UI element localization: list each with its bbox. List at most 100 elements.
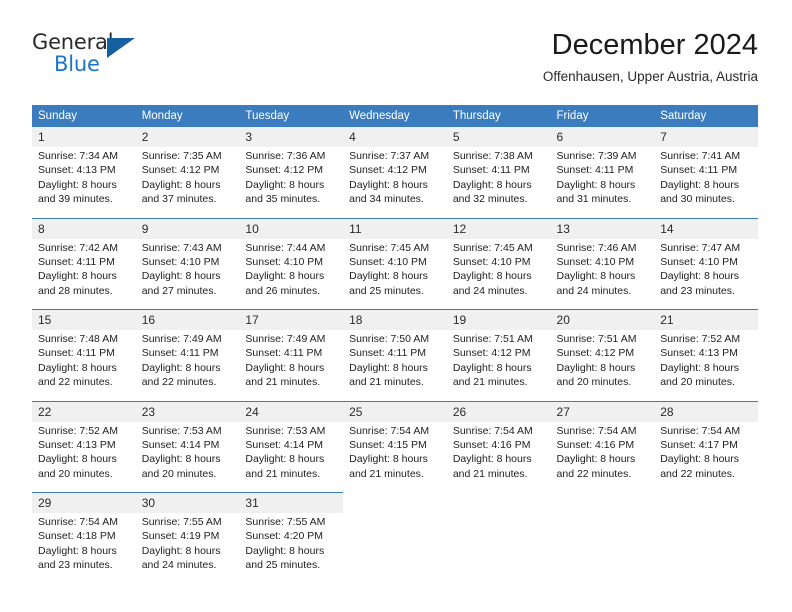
day-sunrise-line: Sunrise: 7:49 AM: [245, 333, 326, 345]
day-detail-cell: Sunrise: 7:43 AM Sunset: 4:10 PM Daylight:…: [135, 238, 240, 310]
week-daynumber-row: 29 30 31: [32, 492, 758, 513]
day-number-cell[interactable]: 26: [446, 400, 551, 422]
day-number-cell[interactable]: 12: [446, 217, 551, 239]
day-daylight-line: and 21 minutes.: [349, 467, 424, 480]
day-daylight-line: Daylight: 8 hours: [141, 178, 221, 191]
day-sunset-line: Sunset: 4:18 PM: [38, 530, 116, 543]
page-header: General Blue December 2024 Offenhausen, …: [32, 28, 758, 98]
day-number-cell[interactable]: 8: [32, 217, 136, 239]
day-number-cell[interactable]: 30: [135, 492, 240, 513]
day-number-cell[interactable]: 11: [343, 217, 447, 239]
day-sunrise-line: Sunrise: 7:54 AM: [349, 424, 430, 437]
day-daylight-line: Daylight: 8 hours: [349, 361, 428, 374]
day-number-cell[interactable]: 3: [239, 127, 344, 147]
day-detail-cell: Sunrise: 7:45 AM Sunset: 4:10 PM Daylight:…: [343, 238, 447, 310]
day-daylight-line: Daylight: 8 hours: [452, 361, 532, 374]
day-detail-cell: Sunrise: 7:42 AM Sunset: 4:11 PM Daylight:…: [32, 238, 136, 310]
day-sunset-line: Sunset: 4:15 PM: [349, 438, 427, 451]
day-sunrise-line: Sunrise: 7:36 AM: [245, 150, 326, 162]
day-number-cell[interactable]: 9: [135, 217, 240, 239]
day-daylight-line: and 30 minutes.: [660, 193, 735, 206]
day-daylight-line: and 25 minutes.: [349, 284, 424, 297]
day-sunset-line: Sunset: 4:13 PM: [38, 164, 116, 177]
day-number-cell[interactable]: 22: [32, 400, 136, 422]
day-number-cell[interactable]: 27: [550, 400, 655, 422]
day-sunrise-line: Sunrise: 7:54 AM: [38, 516, 118, 528]
day-sunset-line: Sunset: 4:10 PM: [556, 255, 635, 268]
day-daylight-line: Daylight: 8 hours: [38, 178, 117, 191]
day-daylight-line: Daylight: 8 hours: [245, 544, 325, 557]
day-daylight-line: and 27 minutes.: [141, 284, 217, 297]
day-daylight-line: and 25 minutes.: [245, 559, 321, 572]
day-detail-cell: Sunrise: 7:55 AM Sunset: 4:20 PM Daylight:…: [239, 513, 344, 584]
day-daylight-line: Daylight: 8 hours: [245, 178, 325, 191]
day-detail-cell: Sunrise: 7:53 AM Sunset: 4:14 PM Daylight:…: [135, 421, 240, 493]
day-number-cell[interactable]: 24: [239, 400, 344, 422]
day-daylight-line: and 28 minutes.: [38, 284, 113, 297]
day-daylight-line: Daylight: 8 hours: [38, 270, 117, 283]
day-number-cell[interactable]: 4: [343, 127, 447, 147]
day-number-cell[interactable]: 15: [32, 309, 136, 330]
day-number-cell[interactable]: 29: [32, 492, 136, 513]
day-number-cell[interactable]: 2: [135, 127, 240, 147]
day-detail-cell: Sunrise: 7:55 AM Sunset: 4:19 PM Daylight:…: [135, 513, 240, 584]
day-sunrise-line: Sunrise: 7:34 AM: [38, 150, 118, 162]
day-number-cell[interactable]: 31: [239, 492, 344, 513]
day-number-cell[interactable]: 28: [654, 400, 758, 422]
day-number-cell[interactable]: 6: [550, 127, 655, 147]
day-daylight-line: and 20 minutes.: [660, 376, 735, 389]
day-number-cell[interactable]: 17: [239, 309, 344, 330]
weekday-header-wednesday: Wednesday: [343, 105, 447, 127]
day-daylight-line: and 23 minutes.: [38, 559, 113, 572]
day-number-cell[interactable]: 7: [654, 127, 758, 147]
day-number-cell[interactable]: 19: [446, 309, 551, 330]
day-detail-cell: Sunrise: 7:36 AM Sunset: 4:12 PM Daylight:…: [239, 147, 344, 218]
day-sunset-line: Sunset: 4:10 PM: [452, 255, 531, 268]
day-daylight-line: Daylight: 8 hours: [38, 544, 117, 557]
day-daylight-line: Daylight: 8 hours: [349, 270, 428, 283]
day-detail-cell: Sunrise: 7:46 AM Sunset: 4:10 PM Daylight:…: [550, 238, 655, 310]
week-detail-row: Sunrise: 7:42 AM Sunset: 4:11 PM Daylight:…: [32, 238, 758, 310]
day-detail-cell: Sunrise: 7:51 AM Sunset: 4:12 PM Daylight:…: [550, 330, 655, 401]
day-daylight-line: and 22 minutes.: [141, 376, 217, 389]
day-sunrise-line: Sunrise: 7:52 AM: [38, 424, 118, 437]
day-daylight-line: and 22 minutes.: [556, 467, 632, 480]
day-sunrise-line: Sunrise: 7:38 AM: [452, 150, 533, 162]
day-sunrise-line: Sunrise: 7:45 AM: [349, 241, 430, 254]
logo-text-blue: Blue: [54, 52, 100, 76]
day-number-cell[interactable]: 18: [343, 309, 447, 330]
day-number-cell[interactable]: 16: [135, 309, 240, 330]
day-number-cell[interactable]: 23: [135, 400, 240, 422]
day-daylight-line: Daylight: 8 hours: [660, 453, 740, 466]
day-daylight-line: Daylight: 8 hours: [245, 361, 325, 374]
day-daylight-line: Daylight: 8 hours: [556, 178, 636, 191]
calendar-body: 1 2 3 4 5 6 7 Sunrise: 7:34 AM Sunset: 4:13 PM Da…: [32, 127, 758, 584]
calendar-table: Sunday Monday Tuesday Wednesday Thursday…: [32, 105, 758, 584]
logo-triangle-icon: [107, 38, 135, 58]
week-detail-row: Sunrise: 7:54 AM Sunset: 4:18 PM Daylight:…: [32, 513, 758, 584]
day-number-cell[interactable]: 20: [550, 309, 655, 330]
day-number-cell[interactable]: 1: [32, 127, 136, 147]
day-number-cell[interactable]: 10: [239, 217, 344, 239]
day-number-cell[interactable]: 13: [550, 217, 655, 239]
day-number-cell[interactable]: 5: [446, 127, 551, 147]
day-number-cell[interactable]: 25: [343, 400, 447, 422]
day-number-empty: [446, 492, 551, 513]
day-detail-cell: Sunrise: 7:37 AM Sunset: 4:12 PM Daylight:…: [343, 147, 447, 218]
day-daylight-line: Daylight: 8 hours: [245, 270, 325, 283]
weekday-header-friday: Friday: [550, 105, 655, 127]
day-sunrise-line: Sunrise: 7:54 AM: [556, 424, 637, 437]
day-daylight-line: and 21 minutes.: [245, 467, 321, 480]
day-daylight-line: and 21 minutes.: [245, 376, 321, 389]
day-sunrise-line: Sunrise: 7:48 AM: [38, 333, 118, 345]
day-daylight-line: Daylight: 8 hours: [660, 270, 740, 283]
day-daylight-line: and 39 minutes.: [38, 193, 113, 206]
day-number-cell[interactable]: 21: [654, 309, 758, 330]
day-daylight-line: and 24 minutes.: [141, 559, 217, 572]
day-daylight-line: and 22 minutes.: [660, 467, 735, 480]
day-detail-cell: Sunrise: 7:49 AM Sunset: 4:11 PM Daylight:…: [135, 330, 240, 401]
day-daylight-line: and 21 minutes.: [452, 376, 528, 389]
day-daylight-line: Daylight: 8 hours: [141, 453, 221, 466]
day-number-cell[interactable]: 14: [654, 217, 758, 239]
day-sunrise-line: Sunrise: 7:54 AM: [660, 424, 741, 437]
